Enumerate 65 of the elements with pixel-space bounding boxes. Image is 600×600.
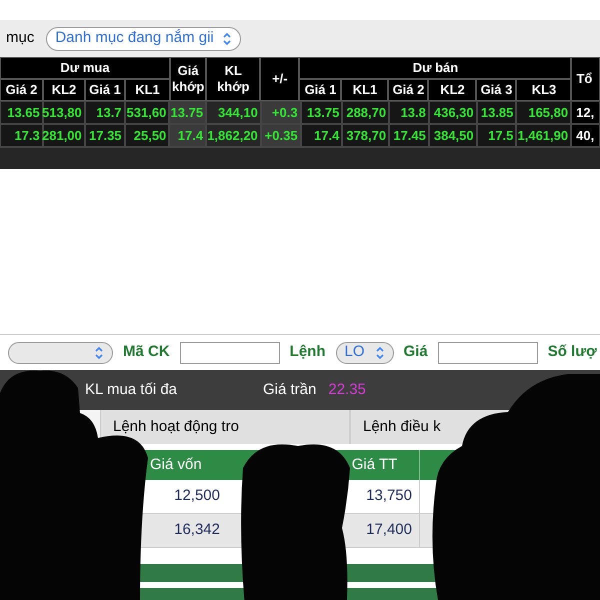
table-cell: 17.3 xyxy=(0,124,43,147)
ceiling-price: 22.35 xyxy=(328,380,366,400)
column-header: KL2 xyxy=(428,79,476,101)
table-cell: 513,80 xyxy=(42,101,85,124)
column-header: Giá khớp xyxy=(170,57,206,101)
table-cell: 13.7 xyxy=(84,101,125,124)
table-cell-text: 17,400 xyxy=(365,520,412,540)
group-header: Dư bán xyxy=(299,57,572,79)
filter-label: mục xyxy=(6,28,34,48)
group-header: Dư mua xyxy=(0,57,170,79)
field-label: Lệnh xyxy=(290,342,326,362)
table-cell: 17.4 xyxy=(169,124,206,147)
column-header: Giá vốn xyxy=(150,454,203,475)
chevron-updown-icon xyxy=(94,346,104,360)
info-label: KL mua tối đa xyxy=(85,380,177,400)
table-cell: 13.8 xyxy=(389,101,429,124)
table-cell: 13.75 xyxy=(300,101,342,124)
column-header: KL khớp xyxy=(206,57,260,101)
dropdown-select[interactable] xyxy=(8,342,113,364)
table-cell: 436,30 xyxy=(428,101,477,124)
column-header: Giá 1 xyxy=(299,79,342,101)
portfolio-select[interactable]: Danh mục đang nắm gii xyxy=(46,26,241,50)
table-cell: 25,50 xyxy=(124,124,170,147)
column-header: Giá 3 xyxy=(476,79,516,101)
table-cell-text: 12,500 xyxy=(173,486,220,506)
table-cell: 12, xyxy=(571,101,600,124)
column-header: Tổ xyxy=(571,57,600,101)
column-header: KL2 xyxy=(43,79,85,101)
table-cell-text: 16,342 xyxy=(173,520,220,540)
table-cell: 17.35 xyxy=(84,124,125,147)
table-cell: 17.45 xyxy=(389,124,429,147)
table-cell: 165,80 xyxy=(516,101,572,124)
table-cell: 17.5 xyxy=(476,124,516,147)
chevron-updown-icon xyxy=(222,32,232,46)
table-cell: 344,10 xyxy=(206,101,261,124)
table-cell: 281,00 xyxy=(42,124,85,147)
table-cell: 13.65 xyxy=(0,101,43,124)
column-header: Giá 2 xyxy=(0,79,43,101)
table-cell: 40, xyxy=(571,124,600,147)
input-field[interactable] xyxy=(180,342,280,364)
table-cell: +0.35 xyxy=(260,124,301,147)
field-label: Giá xyxy=(404,342,428,362)
dropdown-select[interactable]: LO xyxy=(336,342,394,364)
field-label: Mã CK xyxy=(123,342,170,362)
column-header: Giá 2 xyxy=(388,79,428,101)
table-cell: 531,60 xyxy=(124,101,170,124)
table-cell: 1,461,90 xyxy=(516,124,572,147)
info-label: Giá trần xyxy=(263,380,316,400)
column-header: Giá 1 xyxy=(85,79,125,101)
chevron-updown-icon xyxy=(374,346,385,360)
table-cell: 288,70 xyxy=(342,101,390,124)
column-header: +/- xyxy=(260,57,300,101)
column-header: KL1 xyxy=(125,79,170,101)
column-header: KL3 xyxy=(516,79,572,101)
table-cell: 17.4 xyxy=(300,124,342,147)
column-header: KL1 xyxy=(341,79,388,101)
table-cell-text: 13,750 xyxy=(365,486,412,506)
table-cell: 384,50 xyxy=(428,124,477,147)
table-cell: 378,70 xyxy=(342,124,390,147)
field-label: Số lượ xyxy=(548,342,597,362)
input-field[interactable] xyxy=(438,342,538,364)
table-cell: +0.3 xyxy=(260,101,301,124)
table-cell: 13.75 xyxy=(169,101,206,124)
table-cell: 1,862,20 xyxy=(206,124,261,147)
table-cell: 13.85 xyxy=(476,101,516,124)
